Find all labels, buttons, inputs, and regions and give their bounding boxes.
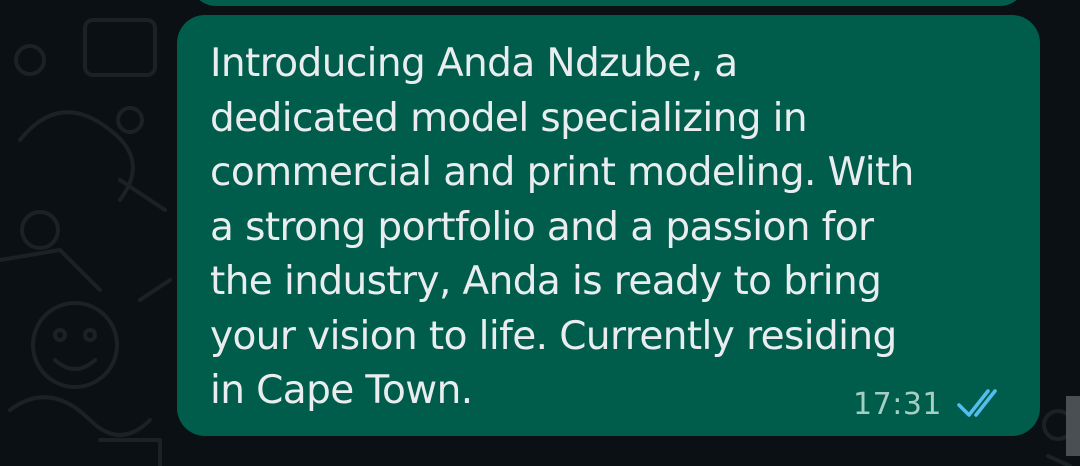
message-bubble[interactable]: Introducing Anda Ndzube, a dedicated mod… [177,15,1040,436]
scroll-handle[interactable] [1066,396,1080,456]
double-check-icon [957,389,997,417]
message-meta: 17:31 [853,386,1010,422]
message-text: Introducing Anda Ndzube, a dedicated mod… [210,41,914,413]
previous-message-bubble[interactable] [190,0,1026,6]
message-timestamp: 17:31 [853,386,942,422]
chat-area[interactable]: Introducing Anda Ndzube, a dedicated mod… [0,0,1080,466]
